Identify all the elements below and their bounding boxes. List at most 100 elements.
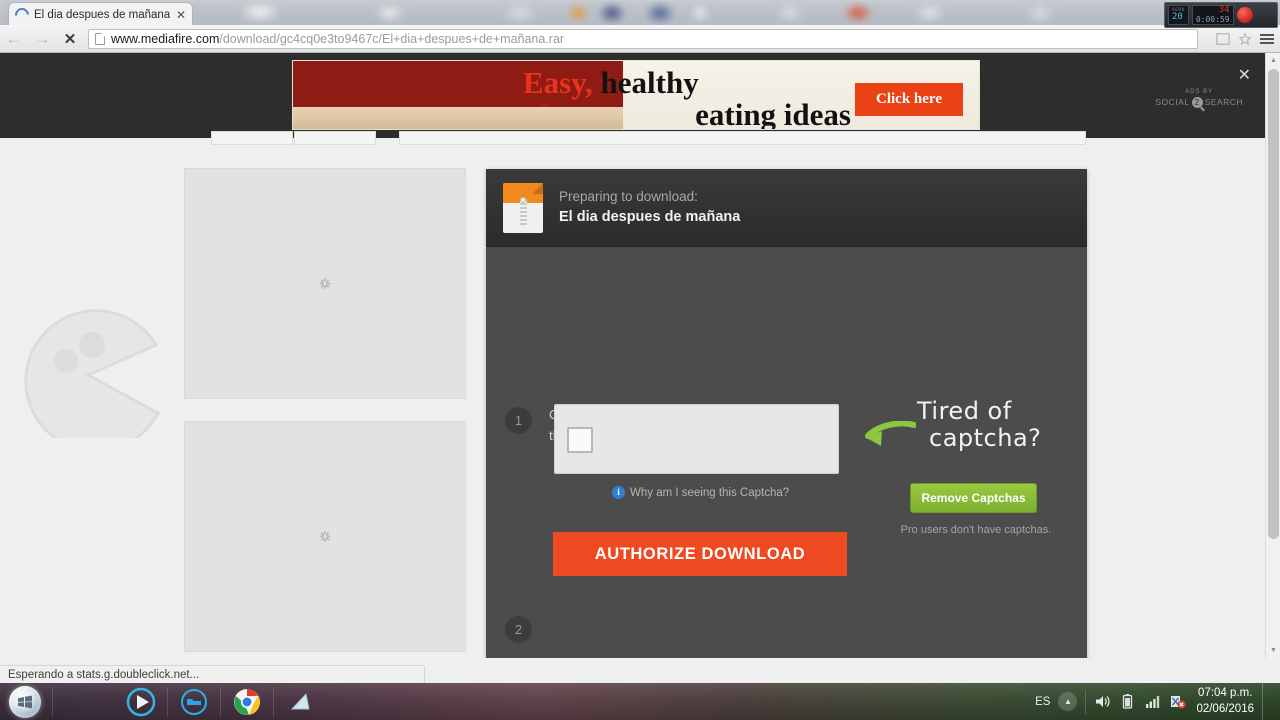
scroll-up-icon[interactable]: ▲ (1266, 53, 1280, 68)
record-button-icon[interactable] (1236, 7, 1253, 23)
folder-blue-icon (181, 688, 207, 715)
ad-stub-mid (294, 131, 376, 145)
search-badge-icon: 2 (1191, 96, 1203, 108)
url-host: www.mediafire.com (111, 31, 220, 46)
ad-headline-highlight: Easy, (523, 65, 593, 100)
toolbar-right-controls (1216, 32, 1280, 46)
url-text: www.mediafire.com/download/gc4cq0e3to946… (111, 32, 564, 46)
antivirus-icon[interactable] (1169, 693, 1186, 710)
ads-by-brand-right: SEARCH (1204, 96, 1243, 107)
taskbar-google-chrome[interactable] (225, 685, 269, 718)
ad-close-icon[interactable]: ✕ (1238, 65, 1251, 85)
authorize-download-button[interactable]: AUTHORIZE DOWNLOAD (553, 532, 847, 576)
download-panel-body: 1 Complete the task below, and then clic… (486, 247, 1087, 643)
windows-logo-icon (9, 685, 41, 718)
taskbar-divider (273, 686, 274, 717)
page-scrollbar[interactable]: ▲ ▼ (1265, 53, 1280, 658)
ad-stub-left (211, 131, 293, 145)
step-2-number: 2 (505, 616, 532, 643)
stop-loading-button[interactable]: ✕ (56, 25, 84, 53)
taskbar-divider (167, 686, 168, 717)
ad-placeholder-bottom[interactable] (184, 421, 466, 652)
forward-button[interactable]: → (28, 25, 56, 53)
taskbar-app-teal[interactable] (278, 685, 322, 718)
page-actions-icon[interactable] (1216, 32, 1230, 46)
recaptcha-widget[interactable] (554, 404, 839, 474)
mediafire-logo-watermark (24, 309, 161, 438)
archive-file-icon (503, 182, 543, 233)
status-bar: Esperando a stats.g.doubleclick.net... (0, 665, 425, 683)
media-player-icon (126, 687, 156, 716)
ad-headline-rest: healthy (592, 65, 699, 100)
ads-by-attribution: ADS BY SOCIAL 2 SEARCH (1155, 89, 1243, 108)
taskbar-divider (52, 686, 53, 717)
taskbar-clock[interactable]: 07:04 p.m. 02/06/2016 (1196, 686, 1254, 717)
recorder-fps-cell: AERO 20 (1168, 5, 1189, 25)
taskbar-divider (220, 686, 221, 717)
back-button[interactable]: ← (0, 25, 28, 53)
why-captcha-label: Why am I seeing this Captcha? (630, 486, 790, 499)
recorder-counter-cell: 34 0:00:59 (1191, 5, 1234, 25)
tab-close-icon[interactable]: ✕ (176, 8, 186, 22)
tab-title: El dia despues de mañana (34, 9, 171, 21)
green-arrow-icon (865, 421, 916, 446)
promo-title: Tired of captcha? (917, 398, 1082, 452)
promo-title-line1: Tired of (917, 397, 1012, 425)
step-1-number: 1 (505, 407, 532, 434)
ad-headline-line2: eating ideas (695, 96, 851, 130)
remove-captchas-button[interactable]: Remove Captchas (910, 483, 1037, 513)
taskbar-app-blue[interactable] (172, 685, 216, 718)
ad-stub-wide (399, 131, 1086, 145)
ad-overlay-bar: Easy, healthy eating ideas Click here AD… (0, 53, 1265, 138)
scrollbar-thumb[interactable] (1268, 69, 1279, 539)
recorder-counter: 34 (1218, 5, 1230, 15)
url-path: /download/gc4cq0e3to9467c/El+dia+despues… (219, 31, 565, 46)
show-desktop-button[interactable] (1262, 683, 1272, 720)
taskbar-media-player[interactable] (119, 685, 163, 718)
download-panel-header: Preparing to download: El dia despues de… (486, 169, 1087, 247)
download-header-texts: Preparing to download: El dia despues de… (559, 187, 740, 228)
loading-spinner-icon (319, 530, 330, 542)
battery-icon[interactable] (1119, 693, 1136, 710)
ads-by-brand: SOCIAL 2 SEARCH (1155, 96, 1243, 108)
promo-note: Pro users don't have captchas. (900, 524, 1052, 536)
tab-loading-icon (12, 5, 32, 25)
language-indicator[interactable]: ES (1035, 696, 1050, 708)
network-signal-icon[interactable] (1144, 693, 1161, 710)
preparing-label: Preparing to download: (559, 189, 698, 205)
app-window-icon (290, 692, 310, 709)
bookmark-star-icon[interactable] (1238, 32, 1252, 46)
why-captcha-link[interactable]: i Why am I seeing this Captcha? (612, 486, 789, 499)
page-document-icon (95, 32, 105, 45)
windows-taskbar: ES ▲ 07:04 p.m. 02/06/2016 (0, 683, 1280, 720)
recorder-fps: 20 (1172, 12, 1183, 22)
browser-tab[interactable]: El dia despues de mañana ✕ (8, 2, 193, 25)
ads-by-brand-left: SOCIAL (1155, 96, 1190, 107)
info-icon: i (612, 486, 625, 499)
system-tray: ES ▲ 07:04 p.m. 02/06/2016 (1035, 683, 1280, 720)
start-button[interactable] (2, 684, 48, 719)
browser-toolbar: ← → ✕ www.mediafire.com/download/gc4cq0e… (0, 25, 1280, 53)
download-file-name: El dia despues de mañana (559, 208, 741, 225)
ad-banner[interactable]: Easy, healthy eating ideas Click here (292, 60, 980, 130)
step-2: 2 (505, 616, 532, 643)
scroll-down-icon[interactable]: ▼ (1266, 643, 1280, 658)
clock-time: 07:04 p.m. (1198, 686, 1253, 699)
recorder-elapsed: 0:00:59 (1195, 15, 1230, 24)
ad-placeholder-top[interactable] (184, 168, 466, 399)
ads-by-label: ADS BY (1185, 89, 1214, 95)
recaptcha-checkbox[interactable] (567, 427, 593, 453)
tray-divider (1085, 689, 1087, 714)
screen: El dia despues de mañana ✕ ← → ✕ www.med… (0, 0, 1280, 720)
ad-click-here-button[interactable]: Click here (855, 83, 963, 116)
google-chrome-icon (234, 688, 260, 715)
volume-icon[interactable] (1094, 693, 1111, 710)
chrome-menu-icon[interactable] (1260, 32, 1274, 46)
page-viewport: Easy, healthy eating ideas Click here AD… (0, 53, 1280, 658)
clock-date: 02/06/2016 (1196, 702, 1254, 715)
address-bar[interactable]: www.mediafire.com/download/gc4cq0e3to946… (88, 28, 1198, 49)
show-hidden-icons-button[interactable]: ▲ (1058, 692, 1078, 711)
screen-recorder-widget[interactable]: AERO 20 34 0:00:59 (1164, 2, 1278, 28)
browser-tab-strip: El dia despues de mañana ✕ (0, 0, 1280, 25)
promo-title-line2: captcha? (929, 423, 1042, 452)
